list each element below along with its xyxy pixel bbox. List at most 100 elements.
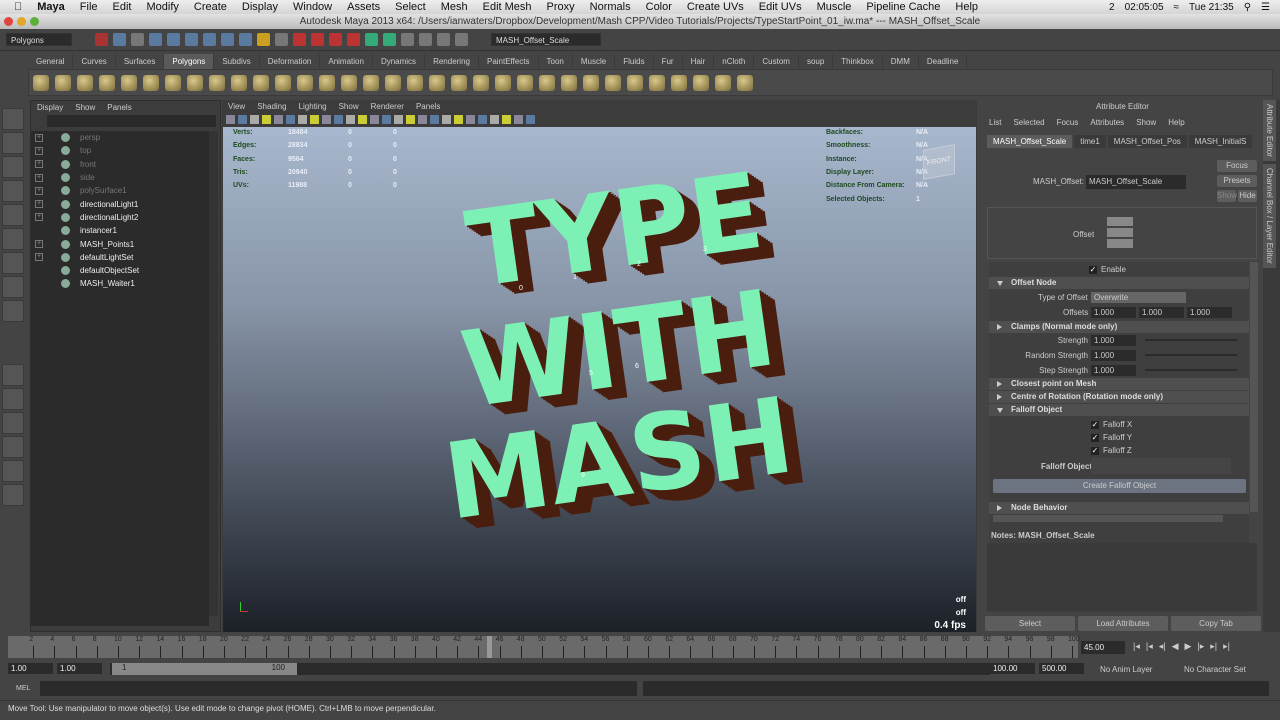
expand-icon[interactable]: + [35,213,43,222]
outliner-layout-icon[interactable] [2,436,24,458]
shelf-tab-soup[interactable]: soup [799,54,834,69]
status-tool-icon[interactable] [131,33,144,46]
menu-edit-mesh[interactable]: Edit Mesh [483,1,532,13]
shelf-polygon-tool-icon[interactable] [143,74,159,91]
shelf-tab-rendering[interactable]: Rendering [425,54,479,69]
mel-label[interactable]: MEL [16,685,30,692]
status-tool-icon[interactable] [365,33,378,46]
viewport-menu-shading[interactable]: Shading [257,102,286,111]
single-pane-layout-icon[interactable] [2,364,24,386]
outliner-item[interactable]: + directionalLight1 [31,197,209,210]
panel-toolbar-icon[interactable] [310,114,319,124]
wifi-icon[interactable]: ≈ [1174,2,1180,13]
panel-toolbar-icon[interactable] [238,114,247,124]
side-tab[interactable]: Attribute Editor [1263,100,1276,161]
falloff-z-checkbox[interactable]: ✓ Falloff Z [1091,446,1132,455]
panel-toolbar-icon[interactable] [442,114,451,124]
shelf-polygon-tool-icon[interactable] [429,74,445,91]
shelf-tab-fluids[interactable]: Fluids [615,54,654,69]
shelf-polygon-tool-icon[interactable] [231,74,247,91]
section-closest-point[interactable]: Closest point on Mesh [989,378,1249,390]
shelf-polygon-tool-icon[interactable] [495,74,511,91]
shelf-polygon-tool-icon[interactable] [715,74,731,91]
offset-field-z[interactable]: 1.000 [1187,307,1232,318]
attr-menu-attributes[interactable]: Attributes [1090,118,1124,127]
list-icon[interactable]: ☰ [1261,2,1270,13]
range-slider-handle[interactable]: 1 100 [112,663,297,675]
panel-toolbar-icon[interactable] [490,114,499,124]
viewport-menu-view[interactable]: View [228,102,245,111]
attr-menu-list[interactable]: List [989,118,1001,127]
shelf-tab-subdivs[interactable]: Subdivs [214,54,260,69]
offset-field-y[interactable]: 1.000 [1139,307,1184,318]
attr-vscrollbar[interactable] [1250,262,1258,512]
channel-layout-icon[interactable] [2,484,24,506]
slider-track[interactable] [1145,369,1237,371]
menu-mesh[interactable]: Mesh [441,1,468,13]
status-tool-icon[interactable] [437,33,450,46]
focus-button[interactable]: Focus [1217,160,1257,172]
shelf-tab-custom[interactable]: Custom [754,54,799,69]
attr-tab[interactable]: MASH_Offset_Pos [1107,135,1187,148]
panel-toolbar-icon[interactable] [514,114,523,124]
shelf-tab-fur[interactable]: Fur [654,54,683,69]
expand-icon[interactable] [35,267,43,275]
status-tool-icon[interactable] [329,33,342,46]
panel-toolbar-icon[interactable] [502,114,511,124]
expand-icon[interactable] [35,227,43,235]
menu-color[interactable]: Color [646,1,672,13]
panel-toolbar-icon[interactable] [526,114,535,124]
shelf-tab-toon[interactable]: Toon [539,54,573,69]
lasso-tool-icon[interactable] [2,132,24,154]
outliner-item[interactable]: + polySurface1 [31,184,209,197]
menu-file[interactable]: File [80,1,98,13]
step-forward-frame-icon[interactable]: |▸ [1197,641,1204,652]
start-time-field[interactable]: 1.00 [8,663,53,674]
section-centre-rotation[interactable]: Centre of Rotation (Rotation mode only) [989,391,1249,403]
section-falloff-object[interactable]: Falloff Object [989,404,1249,416]
outliner-item[interactable]: instancer1 [31,224,209,237]
shelf-polygon-tool-icon[interactable] [517,74,533,91]
shelf-tab-general[interactable]: General [28,54,74,69]
shelf-polygon-tool-icon[interactable] [165,74,181,91]
shelf-polygon-tool-icon[interactable] [407,74,423,91]
shelf-tab-polygons[interactable]: Polygons [164,54,215,69]
current-frame-marker[interactable] [487,636,492,658]
status-tool-icon[interactable] [401,33,414,46]
outliner-menu-panels[interactable]: Panels [107,103,131,112]
attr-menu-selected[interactable]: Selected [1013,118,1044,127]
menu-modify[interactable]: Modify [146,1,178,13]
shelf-tab-hair[interactable]: Hair [683,54,715,69]
expand-icon[interactable]: + [35,186,43,195]
shelf-polygon-tool-icon[interactable] [693,74,709,91]
shelf-tab-deformation[interactable]: Deformation [260,54,321,69]
outliner-item[interactable]: MASH_Waiter1 [31,277,209,290]
hide-button[interactable]: Hide [1238,190,1257,202]
enable-checkbox[interactable]: ✓ Enable [1089,265,1126,274]
menu-assets[interactable]: Assets [347,1,380,13]
zoom-button[interactable] [30,17,39,26]
status-tool-icon[interactable] [311,33,324,46]
shelf-tab-deadline[interactable]: Deadline [919,54,968,69]
shelf-polygon-tool-icon[interactable] [473,74,489,91]
show-button[interactable]: Show [1217,190,1237,202]
menu-create[interactable]: Create [194,1,227,13]
minimize-button[interactable] [17,17,26,26]
paint-select-tool-icon[interactable] [2,156,24,178]
attr-hscrollbar[interactable] [993,515,1223,522]
section-node-behavior[interactable]: Node Behavior [989,502,1249,514]
status-tool-icon[interactable] [203,33,216,46]
select-tool-icon[interactable] [2,108,24,130]
shelf-tab-animation[interactable]: Animation [320,54,373,69]
status-tool-icon[interactable] [95,33,108,46]
section-clamps[interactable]: Clamps (Normal mode only) [989,321,1249,333]
offset-field-x[interactable]: 1.000 [1091,307,1136,318]
attr-tab[interactable]: MASH_InitialS [1188,135,1253,148]
shelf-polygon-tool-icon[interactable] [187,74,203,91]
end-time-field[interactable]: 500.00 [1039,663,1084,674]
play-back-icon[interactable]: ◀ [1172,641,1179,652]
copy-tab-button[interactable]: Copy Tab [1171,616,1261,631]
shelf-polygon-tool-icon[interactable] [55,74,71,91]
outliner-item[interactable]: + directionalLight2 [31,211,209,224]
status-tool-icon[interactable] [167,33,180,46]
